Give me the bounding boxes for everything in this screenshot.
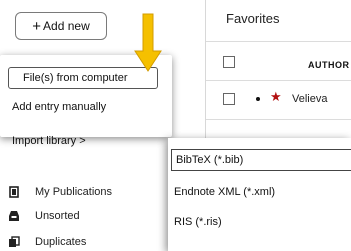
add-new-button[interactable]: + Add new: [15, 12, 107, 40]
divider: [206, 80, 351, 81]
unread-dot-icon: [256, 97, 260, 101]
sidebar-item-label: Duplicates: [35, 236, 87, 248]
submenu-item-ris[interactable]: RIS (*.ris): [174, 216, 222, 228]
plus-icon: +: [32, 17, 42, 35]
sidebar-item-my-publications[interactable]: My Publications: [8, 186, 112, 198]
menu-item-add-entry-manually[interactable]: Add entry manually: [12, 101, 106, 113]
app-window: + Add new My Publications Unsorted Dupli…: [0, 0, 351, 251]
submenu-item-bibtex[interactable]: BibTeX (*.bib): [171, 149, 351, 171]
inbox-icon: [8, 210, 20, 222]
submenu-item-endnote-xml[interactable]: Endnote XML (*.xml): [174, 186, 275, 198]
arrow-down-icon: [134, 13, 162, 72]
page-title: Favorites: [226, 11, 280, 26]
sidebar-item-label: My Publications: [35, 186, 113, 198]
divider: [206, 41, 351, 42]
star-icon[interactable]: ★: [270, 90, 282, 103]
divider: [206, 119, 351, 120]
column-header-author[interactable]: AUTHOR: [308, 60, 350, 70]
sidebar-item-unsorted[interactable]: Unsorted: [8, 210, 80, 222]
row-checkbox[interactable]: [223, 93, 235, 105]
menu-item-import-library[interactable]: Import library >: [12, 135, 86, 147]
submenu-item-label: BibTeX (*.bib): [176, 154, 244, 166]
sidebar-item-label: Unsorted: [35, 210, 80, 222]
select-all-checkbox[interactable]: [223, 56, 235, 68]
menu-item-label: File(s) from computer: [23, 72, 128, 84]
add-new-label: Add new: [43, 19, 90, 33]
table-cell-author: Velieva: [292, 93, 328, 105]
import-library-submenu: BibTeX (*.bib) Endnote XML (*.xml) RIS (…: [168, 138, 351, 251]
sidebar-item-duplicates[interactable]: Duplicates: [8, 236, 86, 248]
document-icon: [8, 186, 20, 198]
copy-icon: [8, 236, 20, 248]
